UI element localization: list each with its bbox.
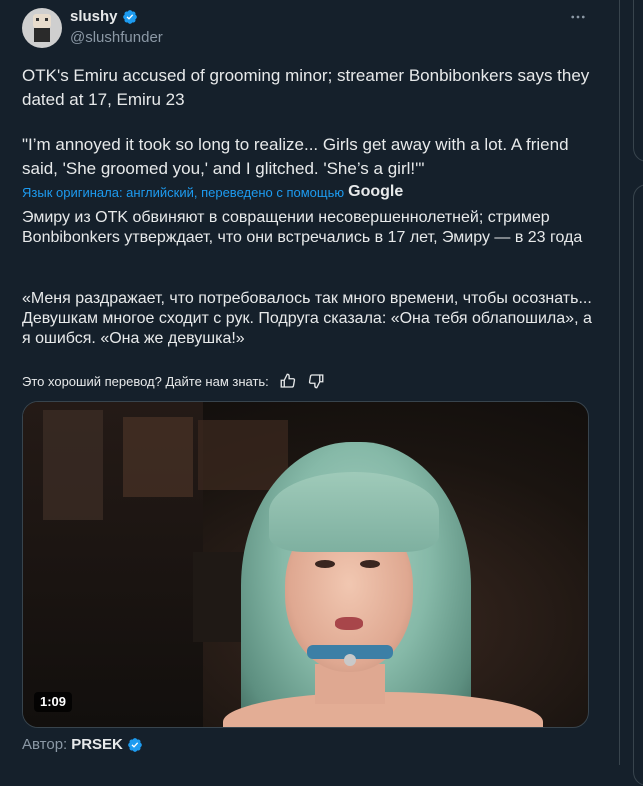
attribution-name[interactable]: PRSEK xyxy=(71,736,123,753)
author-display-name[interactable]: slushy xyxy=(70,8,118,25)
translation-feedback: Это хороший перевод? Дайте нам знать: xyxy=(22,372,325,390)
verified-badge-icon xyxy=(128,737,142,752)
sidebar-card-top xyxy=(633,0,643,162)
translation-notice-text: Язык оригинала: английский, переведено с… xyxy=(22,184,345,200)
sidebar-card-bottom xyxy=(633,184,643,786)
tweet-text-quote: "I’m annoyed it took so long to realize.… xyxy=(22,135,569,178)
author-name-row: slushy xyxy=(70,8,138,25)
video-player[interactable] xyxy=(22,401,589,728)
translation-feedback-prompt: Это хороший перевод? Дайте нам знать: xyxy=(22,373,269,389)
video-duration-badge: 1:09 xyxy=(34,692,73,712)
author-handle[interactable]: @slushfunder xyxy=(70,29,163,46)
column-border xyxy=(619,0,620,765)
google-logo: Google xyxy=(348,183,404,200)
media-attribution: Автор: PRSEK xyxy=(22,736,143,753)
avatar[interactable] xyxy=(22,8,62,48)
verified-badge-icon xyxy=(122,9,137,24)
translated-text-quote: «Меня раздражает, что потребовалось так … xyxy=(22,290,592,347)
thumbs-down-icon[interactable] xyxy=(307,372,325,390)
thumbs-up-icon[interactable] xyxy=(279,372,297,390)
attribution-label: Автор: xyxy=(22,736,68,753)
tweet-text-main: OTK's Emiru accused of grooming minor; s… xyxy=(22,66,590,109)
more-options-icon[interactable] xyxy=(568,7,588,27)
translation-notice[interactable]: Язык оригинала: английский, переведено с… xyxy=(22,183,403,201)
translated-text-main: Эмиру из OTK обвиняют в совращении несов… xyxy=(22,209,583,246)
